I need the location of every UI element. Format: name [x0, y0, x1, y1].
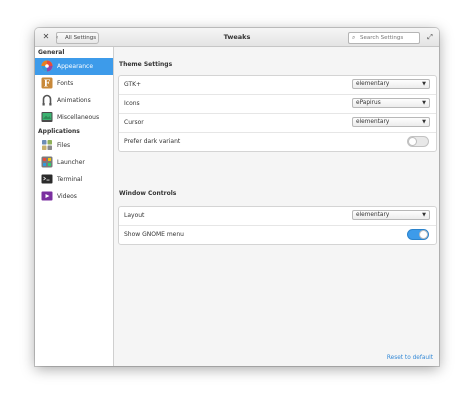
terminal-icon: [41, 173, 53, 185]
icons-row: Icons ePapirus ▼: [119, 95, 436, 114]
sidebar-item-animations[interactable]: Animations: [35, 92, 113, 109]
cursor-theme-dropdown[interactable]: elementary ▼: [352, 117, 430, 127]
prefer-dark-label: Prefer dark variant: [124, 138, 181, 145]
cursor-theme-value: elementary: [356, 119, 390, 125]
all-settings-button[interactable]: ‹ All Settings: [56, 32, 99, 44]
sidebar-item-label: Files: [57, 142, 71, 149]
prefer-dark-row: Prefer dark variant: [119, 133, 436, 151]
window-controls-panel: Layout elementary ▼ Show GNOME menu: [118, 206, 437, 245]
all-settings-label: All Settings: [65, 35, 97, 41]
sidebar-item-label: Appearance: [57, 63, 94, 70]
dropdown-arrow-icon: ▼: [422, 81, 426, 87]
sidebar-item-appearance[interactable]: Appearance: [35, 58, 113, 75]
gtk-row: GTK+ elementary ▼: [119, 76, 436, 95]
sidebar-item-videos[interactable]: Videos: [35, 188, 113, 205]
section-title-theme-settings: Theme Settings: [119, 61, 173, 68]
dropdown-arrow-icon: ▼: [422, 212, 426, 218]
sidebar-item-files[interactable]: Files: [35, 137, 113, 154]
cursor-label: Cursor: [124, 119, 144, 126]
title-bar: ✕ ‹ All Settings Tweaks ⌕ ⤢: [35, 28, 439, 47]
icons-theme-dropdown[interactable]: ePapirus ▼: [352, 98, 430, 108]
icons-theme-value: ePapirus: [356, 100, 381, 106]
switch-knob: [419, 230, 428, 239]
theme-settings-panel: GTK+ elementary ▼ Icons ePapirus ▼ Curso…: [118, 75, 437, 152]
cursor-row: Cursor elementary ▼: [119, 114, 436, 133]
miscellaneous-icon: [41, 111, 53, 123]
sidebar-item-launcher[interactable]: Launcher: [35, 154, 113, 171]
show-gnome-menu-label: Show GNOME menu: [124, 231, 184, 238]
sidebar-item-fonts[interactable]: F Fonts: [35, 75, 113, 92]
sidebar-item-label: Animations: [57, 97, 91, 104]
icons-label: Icons: [124, 100, 140, 107]
gtk-theme-value: elementary: [356, 81, 390, 87]
sidebar-item-label: Miscellaneous: [57, 114, 100, 121]
sidebar-header-applications: Applications: [38, 128, 80, 135]
sidebar-item-label: Videos: [57, 193, 77, 200]
sidebar-item-label: Fonts: [57, 80, 74, 87]
chevron-left-icon: ‹: [56, 34, 59, 41]
sidebar: General Appearance F Fonts Animations Mi…: [35, 47, 114, 366]
layout-dropdown[interactable]: elementary ▼: [352, 210, 430, 220]
reset-to-default-link[interactable]: Reset to default: [387, 353, 433, 363]
switch-knob: [408, 137, 417, 146]
search-input[interactable]: [360, 33, 416, 43]
sidebar-header-general: General: [38, 49, 65, 56]
videos-icon: [41, 190, 53, 202]
sidebar-item-terminal[interactable]: Terminal: [35, 171, 113, 188]
appearance-icon: [41, 60, 53, 72]
close-icon[interactable]: ✕: [40, 31, 52, 43]
sidebar-item-miscellaneous[interactable]: Miscellaneous: [35, 109, 113, 126]
settings-content: Theme Settings GTK+ elementary ▼ Icons e…: [114, 47, 439, 366]
show-gnome-menu-switch[interactable]: [407, 229, 429, 240]
animations-icon: [41, 94, 53, 106]
dropdown-arrow-icon: ▼: [422, 119, 426, 125]
show-gnome-menu-row: Show GNOME menu: [119, 226, 436, 244]
search-box[interactable]: ⌕: [348, 32, 420, 44]
layout-label: Layout: [124, 212, 145, 219]
sidebar-item-label: Terminal: [57, 176, 83, 183]
sidebar-item-label: Launcher: [57, 159, 85, 166]
svg-text:F: F: [44, 80, 51, 90]
layout-row: Layout elementary ▼: [119, 207, 436, 226]
files-icon: [41, 139, 53, 151]
gtk-label: GTK+: [124, 81, 142, 88]
maximize-icon[interactable]: ⤢: [424, 31, 436, 43]
gtk-theme-dropdown[interactable]: elementary ▼: [352, 79, 430, 89]
search-icon: ⌕: [352, 34, 356, 41]
dropdown-arrow-icon: ▼: [422, 100, 426, 106]
prefer-dark-switch[interactable]: [407, 136, 429, 147]
tweaks-window: ✕ ‹ All Settings Tweaks ⌕ ⤢ General: [35, 28, 439, 366]
layout-value: elementary: [356, 212, 390, 218]
launcher-icon: [41, 156, 53, 168]
section-title-window-controls: Window Controls: [119, 190, 177, 197]
fonts-icon: F: [41, 77, 53, 90]
